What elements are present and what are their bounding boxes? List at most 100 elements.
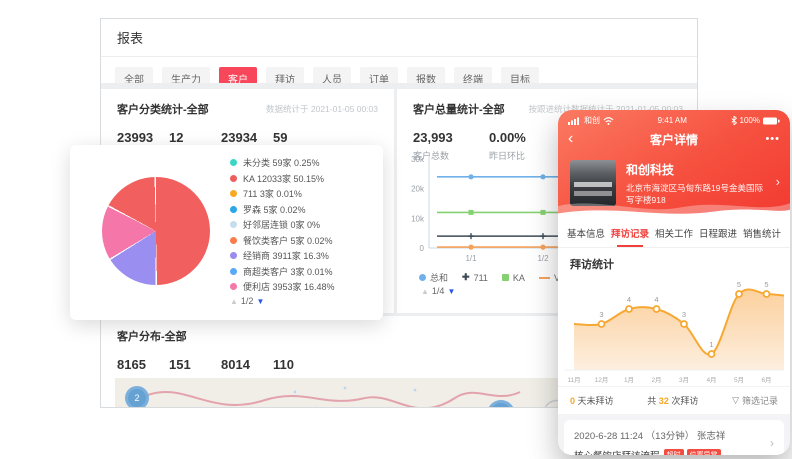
legend-dot xyxy=(230,221,237,228)
legend-label: 罗森 5家 0.02% xyxy=(243,203,306,216)
legend-label: 便利店 3953家 16.48% xyxy=(243,280,335,293)
page-title: 报表 xyxy=(117,28,143,47)
status-badge: 超时 xyxy=(664,449,684,456)
svg-text:30k: 30k xyxy=(411,155,425,164)
status-badge: 位置异常 xyxy=(687,449,721,456)
record-duration: （13分钟） xyxy=(646,431,695,442)
filter-icon: ▽ xyxy=(732,395,739,406)
legend-item[interactable]: 罗森 5家 0.02% xyxy=(230,202,335,218)
svg-text:1: 1 xyxy=(709,340,713,349)
svg-text:3: 3 xyxy=(682,310,686,319)
back-icon[interactable]: ‹ xyxy=(568,128,573,150)
phone-tab[interactable]: 基本信息 xyxy=(564,218,608,247)
record-flow-row: 核心餐饮店拜访流程 超时位置异常 xyxy=(574,448,774,455)
card-title: 客户总量统计-全部 xyxy=(413,101,505,117)
stat-value: 110 xyxy=(273,357,325,372)
pie-chart[interactable] xyxy=(102,177,210,285)
series-marker-icon xyxy=(502,274,509,281)
legend-item[interactable]: 经销商 3911家 16.3% xyxy=(230,248,335,264)
series-legend-item[interactable]: 总和 xyxy=(419,271,448,284)
series-legend-item[interactable]: KA xyxy=(502,273,525,283)
status-bar: 和创 9:41 AM 100% xyxy=(558,110,790,126)
total-prefix: 共 xyxy=(647,396,656,406)
card-title: 客户分类统计-全部 xyxy=(117,101,209,117)
visit-stats-title: 拜访统计 xyxy=(558,248,790,274)
legend-item[interactable]: 711 3家 0.01% xyxy=(230,186,335,202)
legend-label: 711 3家 0.01% xyxy=(243,187,302,200)
svg-text:4: 4 xyxy=(654,295,658,304)
svg-text:1月: 1月 xyxy=(624,376,634,384)
stat-value: 23993 xyxy=(117,130,169,145)
series-legend-item[interactable]: V xyxy=(539,273,560,283)
phone-page-title: 客户详情 xyxy=(558,128,790,152)
visit-summary-row: 0 天未拜访 共 32 次拜访 ▽ 筛选记录 xyxy=(558,386,790,414)
legend-dot xyxy=(230,268,237,275)
series-name: 总和 xyxy=(430,271,448,284)
pie-popup-card: 未分类 59家 0.25% KA 12033家 50.15% 711 3家 0.… xyxy=(70,145,383,320)
svg-text:1/1: 1/1 xyxy=(465,254,477,263)
filter-records-button[interactable]: ▽ 筛选记录 xyxy=(732,394,778,407)
stat-value: 12 xyxy=(169,130,221,145)
stat-value: 8165 xyxy=(117,357,169,372)
card-title: 客户分布-全部 xyxy=(117,328,187,344)
svg-text:0: 0 xyxy=(420,244,425,253)
stat-value: 151 xyxy=(169,357,221,372)
pager-up-icon[interactable]: ▲ xyxy=(230,297,238,306)
pager-down-icon[interactable]: ▼ xyxy=(447,287,455,296)
phone-header: 和创 9:41 AM 100% ‹ 客户详情 ••• xyxy=(558,110,790,218)
stat-value: 8014 xyxy=(221,357,273,372)
legend-label: 餐饮类客户 5家 0.02% xyxy=(243,234,333,247)
svg-text:3月: 3月 xyxy=(679,376,689,384)
pager-down-icon[interactable]: ▼ xyxy=(256,297,264,306)
series-name: KA xyxy=(513,273,525,283)
legend-label: 好邻居连锁 0家 0% xyxy=(243,218,320,231)
phone-tab[interactable]: 销售统计 xyxy=(740,218,784,247)
legend-item[interactable]: 便利店 3953家 16.48% xyxy=(230,279,335,295)
phone-tab[interactable]: 相关工作 xyxy=(652,218,696,247)
svg-text:5: 5 xyxy=(737,280,741,289)
svg-text:12月: 12月 xyxy=(595,376,609,384)
pager-label: 1/2 xyxy=(241,296,254,306)
legend-dot xyxy=(230,237,237,244)
svg-text:5: 5 xyxy=(764,280,768,289)
pager-up-icon[interactable]: ▲ xyxy=(421,287,429,296)
legend-item[interactable]: KA 12033家 50.15% xyxy=(230,171,335,187)
battery-icon xyxy=(763,117,780,125)
phone-body: 基本信息拜访记录相关工作日程跟进销售统计 拜访统计 344315511月12月1… xyxy=(558,218,790,414)
bluetooth-icon xyxy=(731,116,737,125)
panel-header: 报表 xyxy=(101,19,697,57)
series-legend-item[interactable]: ✚711 xyxy=(462,273,488,283)
legend-pager: ▲ 1/4 ▼ xyxy=(421,286,455,296)
total-suffix: 次拜访 xyxy=(671,396,698,406)
visit-record-item[interactable]: 2020-6-28 11:24 （13分钟） 张志祥 › 核心餐饮店拜访流程 超… xyxy=(564,420,784,455)
svg-text:20k: 20k xyxy=(411,185,425,194)
phone-tab[interactable]: 日程跟进 xyxy=(696,218,740,247)
legend-dot xyxy=(230,252,237,259)
phone-tabs: 基本信息拜访记录相关工作日程跟进销售统计 xyxy=(558,218,790,248)
svg-text:2月: 2月 xyxy=(651,376,661,384)
legend-dot xyxy=(230,190,237,197)
map-cluster-marker[interactable]: 2 xyxy=(125,386,149,408)
legend-dot xyxy=(230,175,237,182)
series-marker-icon: ✚ xyxy=(462,274,470,281)
legend-item[interactable]: 未分类 59家 0.25% xyxy=(230,155,335,171)
legend-item[interactable]: 商超类客户 3家 0.01% xyxy=(230,264,335,280)
stat-value: 23934 xyxy=(221,130,273,145)
days-value: 0 xyxy=(570,396,575,406)
legend-item[interactable]: 餐饮类客户 5家 0.02% xyxy=(230,233,335,249)
days-since-visit: 0 天未拜访 xyxy=(570,394,614,407)
card-timestamp: 数据统计于 2021-01-05 00:03 xyxy=(266,103,378,115)
stat-value: 59 xyxy=(273,130,325,145)
phone-tab[interactable]: 拜访记录 xyxy=(608,218,652,247)
record-person: 张志祥 xyxy=(697,431,726,442)
legend-label: 经销商 3911家 16.3% xyxy=(243,249,329,262)
record-badges: 超时位置异常 xyxy=(664,449,721,456)
line-chart-legend: 总和 ✚711 KA V xyxy=(419,271,560,284)
filter-label: 筛选记录 xyxy=(742,394,778,407)
battery-percent: 100% xyxy=(740,116,760,125)
legend-item[interactable]: 好邻居连锁 0家 0% xyxy=(230,217,335,233)
more-icon[interactable]: ••• xyxy=(765,128,780,150)
total-visits: 共 32 次拜访 xyxy=(647,394,698,407)
chevron-right-icon[interactable]: › xyxy=(776,174,780,189)
pie-legend: 未分类 59家 0.25% KA 12033家 50.15% 711 3家 0.… xyxy=(230,155,335,295)
